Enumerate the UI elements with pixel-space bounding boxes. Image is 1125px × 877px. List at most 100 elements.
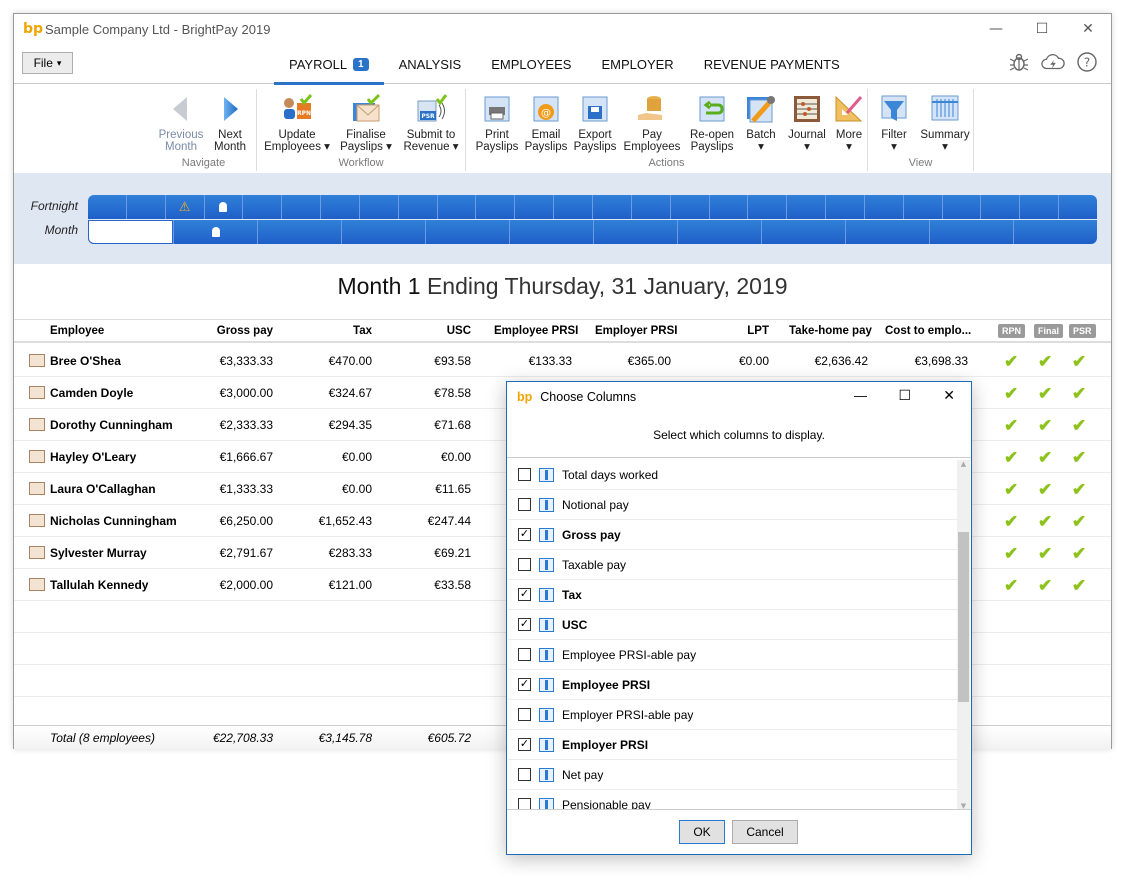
column-list-scrollbar[interactable]: ▲ ▼ [957, 460, 970, 810]
batch-button[interactable]: Batch ▾ [741, 93, 781, 153]
month-period-cell[interactable] [929, 220, 1013, 244]
file-menu-button[interactable]: File ▾ [22, 52, 73, 74]
ok-button[interactable]: OK [679, 820, 725, 844]
scroll-up-arrow-icon[interactable]: ▲ [957, 460, 970, 468]
export-payslips-button[interactable]: Export Payslips [570, 93, 620, 153]
month-period-cell[interactable] [509, 220, 593, 244]
fortnight-period-cell[interactable] [708, 195, 748, 219]
tab-employer[interactable]: EMPLOYER [586, 44, 688, 84]
column-option[interactable]: Net pay [508, 760, 960, 790]
month-period-cell[interactable] [425, 220, 509, 244]
fortnight-period-cell[interactable] [281, 195, 320, 219]
fortnight-period-cell[interactable] [786, 195, 825, 219]
column-option[interactable]: ✓ Employer PRSI [508, 730, 960, 760]
month-period-cell[interactable] [845, 220, 929, 244]
column-option[interactable]: ✓ Employee PRSI [508, 670, 960, 700]
column-checkbox[interactable] [518, 768, 531, 781]
fortnight-period-cell[interactable] [242, 195, 281, 219]
bug-icon[interactable] [1007, 50, 1031, 74]
update-employees-button[interactable]: RPN Update Employees ▾ [262, 93, 332, 153]
tab-analysis[interactable]: ANALYSIS [384, 44, 477, 84]
fortnight-period-cell[interactable] [747, 195, 786, 219]
fortnight-period-cell[interactable] [203, 195, 243, 219]
col-final[interactable]: Final [1034, 324, 1064, 338]
col-gross-pay[interactable]: Gross pay [217, 325, 273, 337]
column-option[interactable]: Pensionable pay [508, 790, 960, 810]
dialog-maximize-button[interactable]: ☐ [898, 387, 911, 404]
column-option[interactable]: ✓ Tax [508, 580, 960, 610]
month-period-cell[interactable] [593, 220, 677, 244]
submit-to-revenue-button[interactable]: PSR Submit to Revenue ▾ [400, 93, 462, 153]
fortnight-period-cell[interactable] [591, 195, 631, 219]
filter-button[interactable]: Filter ▾ [871, 93, 917, 153]
email-payslips-button[interactable]: @ Email Payslips [521, 93, 571, 153]
column-option[interactable]: ✓ USC [508, 610, 960, 640]
tab-revenue-payments[interactable]: REVENUE PAYMENTS [689, 44, 855, 84]
fortnight-period-cell[interactable] [669, 195, 709, 219]
finalise-payslips-button[interactable]: Finalise Payslips ▾ [335, 93, 397, 153]
col-employee-prsi[interactable]: Employee PRSI [494, 325, 578, 337]
col-employee[interactable]: Employee [50, 325, 104, 337]
fortnight-period-cell[interactable] [436, 195, 476, 219]
table-row[interactable]: Bree O'Shea €3,333.33 €470.00 €93.58 €133.33… [14, 345, 1111, 377]
column-checkbox[interactable] [518, 708, 531, 721]
fortnight-period-cell[interactable] [514, 195, 553, 219]
column-checkbox[interactable]: ✓ [518, 618, 531, 631]
column-checkbox[interactable] [518, 648, 531, 661]
print-payslips-button[interactable]: Print Payslips [472, 93, 522, 153]
fortnight-period-cell[interactable] [902, 195, 942, 219]
column-option[interactable]: Total days worked [508, 460, 960, 490]
fortnight-period-cell[interactable] [320, 195, 359, 219]
reopen-payslips-button[interactable]: Re-open Payslips [685, 93, 739, 153]
col-lpt[interactable]: LPT [747, 325, 769, 337]
column-checkbox[interactable] [518, 468, 531, 481]
fortnight-period-cell[interactable] [941, 195, 981, 219]
column-option[interactable]: ✓ Gross pay [508, 520, 960, 550]
column-option[interactable]: Employer PRSI-able pay [508, 700, 960, 730]
column-option[interactable]: Taxable pay [508, 550, 960, 580]
scrollbar-thumb[interactable] [958, 532, 969, 702]
more-button[interactable]: More ▾ [832, 93, 866, 153]
column-checkbox[interactable] [518, 498, 531, 511]
month-period-cell[interactable] [257, 220, 341, 244]
month-period-cell[interactable] [677, 220, 761, 244]
fortnight-period-cell[interactable] [553, 195, 592, 219]
col-rpn[interactable]: RPN [998, 324, 1026, 338]
previous-month-button[interactable]: Previous Month [156, 93, 206, 153]
tab-payroll[interactable]: PAYROLL 1 [274, 44, 384, 85]
fortnight-period-cell[interactable]: ⚠ [164, 195, 204, 219]
fortnight-period-cell[interactable] [825, 195, 864, 219]
column-checkbox[interactable]: ✓ [518, 588, 531, 601]
column-checkbox[interactable]: ✓ [518, 528, 531, 541]
col-take-home-pay[interactable]: Take-home pay [789, 325, 872, 337]
fortnight-period-cell[interactable] [863, 195, 903, 219]
col-tax[interactable]: Tax [353, 325, 372, 337]
fortnight-period-cell[interactable] [475, 195, 514, 219]
fortnight-period-cell[interactable] [358, 195, 398, 219]
maximize-button[interactable]: ☐ [1019, 14, 1065, 44]
month-period-cell[interactable] [1013, 220, 1097, 244]
cancel-button[interactable]: Cancel [732, 820, 798, 844]
fortnight-period-cell[interactable] [1019, 195, 1058, 219]
journal-button[interactable]: Journal ▾ [784, 93, 830, 153]
month-period-cell-selected[interactable] [88, 220, 173, 244]
col-cost-to-employer[interactable]: Cost to emplo... [885, 325, 971, 337]
column-option[interactable]: Notional pay [508, 490, 960, 520]
month-period-cell[interactable] [761, 220, 845, 244]
next-month-button[interactable]: Next Month [205, 93, 255, 153]
fortnight-period-cell[interactable] [1058, 195, 1097, 219]
tab-employees[interactable]: EMPLOYEES [476, 44, 586, 84]
help-icon[interactable]: ? [1075, 50, 1099, 74]
summary-button[interactable]: Summary ▾ [918, 93, 972, 153]
month-period-cell[interactable] [173, 220, 257, 244]
column-option[interactable]: Employee PRSI-able pay [508, 640, 960, 670]
column-checkbox[interactable] [518, 558, 531, 571]
column-checkbox[interactable]: ✓ [518, 678, 531, 691]
pay-employees-button[interactable]: Pay Employees [621, 93, 683, 153]
minimize-button[interactable]: — [973, 14, 1019, 44]
fortnight-period-cell[interactable] [125, 195, 165, 219]
fortnight-period-cell[interactable] [397, 195, 437, 219]
column-checkbox[interactable]: ✓ [518, 738, 531, 751]
fortnight-period-cell[interactable] [980, 195, 1019, 219]
col-usc[interactable]: USC [447, 325, 471, 337]
